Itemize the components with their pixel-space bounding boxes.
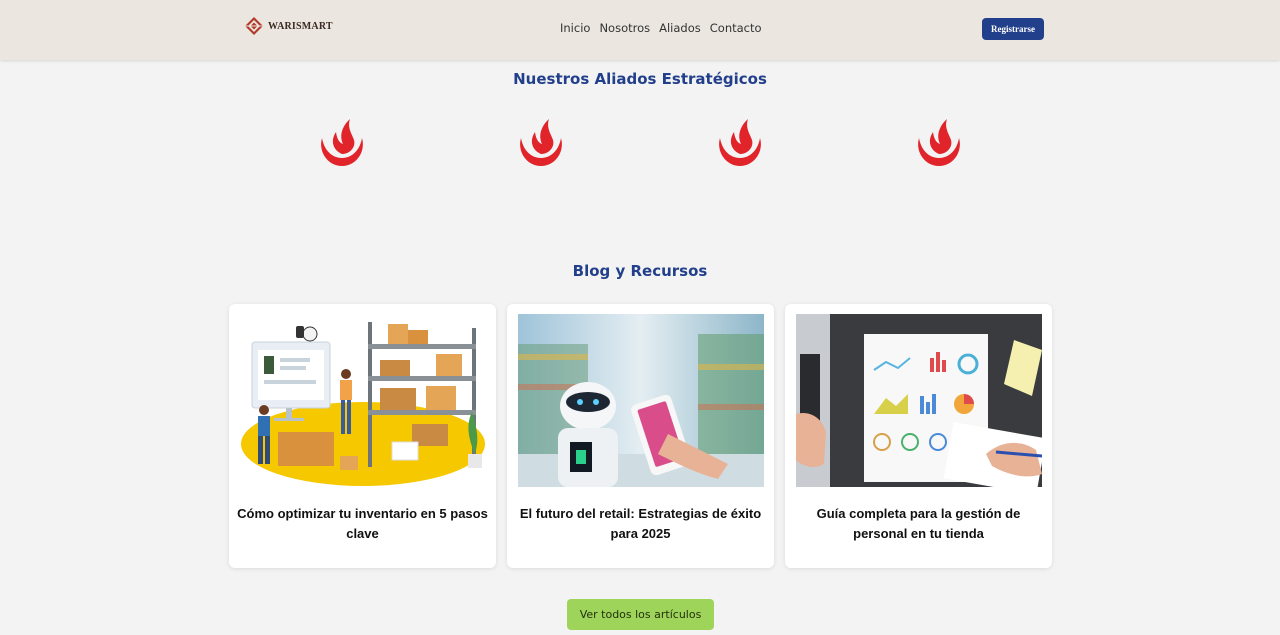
blog-card-title: Cómo optimizar tu inventario en 5 pasos … bbox=[237, 506, 488, 541]
nav-link-aliados[interactable]: Aliados bbox=[659, 21, 701, 35]
brand-name: WARISMART bbox=[268, 20, 333, 32]
blog-card-retail[interactable]: El futuro del retail: Estrategias de éxi… bbox=[507, 304, 774, 568]
blog-section-title: Blog y Recursos bbox=[572, 262, 708, 280]
allies-section-title: Nuestros Aliados Estratégicos bbox=[513, 70, 767, 88]
blog-card-staff[interactable]: Guía completa para la gestión de persona… bbox=[785, 304, 1052, 568]
nav-link-nosotros[interactable]: Nosotros bbox=[599, 21, 650, 35]
warismart-logo-icon bbox=[245, 17, 263, 35]
blog-card-title: Guía completa para la gestión de persona… bbox=[816, 506, 1021, 541]
ally-logo-2[interactable] bbox=[515, 116, 567, 168]
blog-card-title: El futuro del retail: Estrategias de éxi… bbox=[519, 506, 762, 541]
robot-supermarket-photo bbox=[518, 314, 764, 487]
nav-link-inicio[interactable]: Inicio bbox=[560, 21, 590, 35]
ally-logo-3[interactable] bbox=[714, 116, 766, 168]
analytics-reports-photo bbox=[796, 314, 1042, 487]
main-nav: Inicio Nosotros Aliados Contacto bbox=[560, 21, 762, 35]
view-all-articles-button[interactable]: Ver todos los artículos bbox=[567, 599, 714, 630]
nav-link-contacto[interactable]: Contacto bbox=[710, 21, 762, 35]
ally-logo-4[interactable] bbox=[913, 116, 965, 168]
blog-card-inventory[interactable]: Cómo optimizar tu inventario en 5 pasos … bbox=[229, 304, 496, 568]
register-button[interactable]: Registrarse bbox=[982, 18, 1044, 40]
site-header: WARISMART Inicio Nosotros Aliados Contac… bbox=[0, 0, 1280, 60]
ally-logo-1[interactable] bbox=[316, 116, 368, 168]
inventory-illustration bbox=[240, 314, 486, 487]
brand-logo[interactable]: WARISMART bbox=[244, 16, 333, 36]
